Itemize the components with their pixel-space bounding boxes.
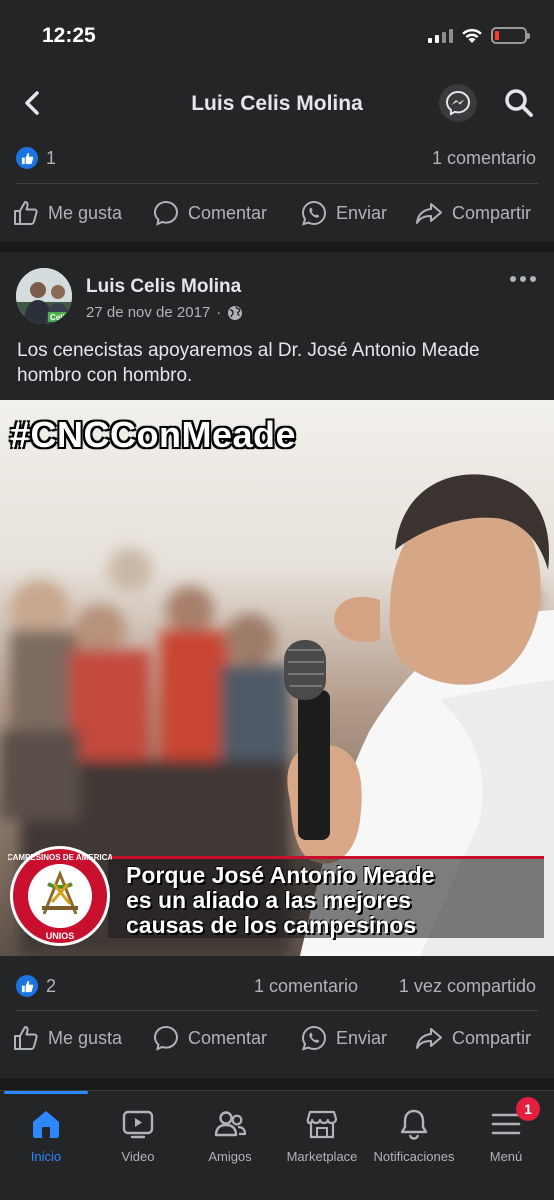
seal-bottom-text: UNIOS <box>46 931 75 941</box>
tab-menu[interactable]: 1 Menú <box>460 1091 552 1200</box>
post-meta: 27 de nov de 2017 · <box>86 304 243 321</box>
tab-marketplace[interactable]: Marketplace <box>276 1091 368 1200</box>
send-button[interactable]: Enviar <box>300 187 387 239</box>
post-author[interactable]: Luis Celis Molina <box>86 276 241 298</box>
reactions-row: 1 1 comentario <box>0 136 554 180</box>
post-actions: Me gusta Comentar Enviar Compartir <box>0 1012 554 1064</box>
comment-label: Comentar <box>188 1027 268 1048</box>
caption-line-1: Porque José Antonio Meade <box>126 862 435 888</box>
comment-label: Comentar <box>188 202 268 223</box>
caption-line-3: causas de los campesinos <box>126 912 417 938</box>
signal-icon <box>428 28 453 43</box>
like-label: Me gusta <box>48 1027 123 1048</box>
previous-post-footer: 1 1 comentario Me gusta Comentar Enviar … <box>0 136 554 242</box>
divider <box>16 183 538 184</box>
send-button[interactable]: Enviar <box>300 1012 387 1064</box>
globe-icon <box>228 305 243 320</box>
like-button[interactable]: Me gusta <box>12 1012 122 1064</box>
like-button[interactable]: Me gusta <box>12 187 122 239</box>
battery-icon <box>491 27 530 44</box>
tab-label: Inicio <box>30 1149 62 1164</box>
whatsapp-icon <box>301 200 326 226</box>
image-caption: Porque José Antonio Meade es un aliado a… <box>108 856 544 938</box>
tab-inicio[interactable]: Inicio <box>0 1091 92 1200</box>
comments-count[interactable]: 1 comentario <box>432 148 536 169</box>
comment-icon <box>153 1025 179 1051</box>
marketplace-icon <box>306 1110 338 1139</box>
shares-count[interactable]: 1 vez compartido <box>399 976 536 997</box>
caption-line-2: es un aliado a las mejores <box>126 887 412 913</box>
avatar-text: Celis <box>50 313 70 322</box>
home-icon <box>33 1111 59 1138</box>
post-image[interactable]: #CNCConMeade Porque José Antonio Meade e… <box>0 400 554 956</box>
thumbs-up-icon <box>14 1026 38 1050</box>
video-icon <box>122 1110 154 1139</box>
active-tab-indicator <box>4 1091 88 1094</box>
share-arrow-icon <box>416 1028 442 1049</box>
like-reaction-icon <box>16 147 38 169</box>
avatar[interactable]: Celis <box>16 268 72 324</box>
comments-count[interactable]: 1 comentario <box>254 976 358 997</box>
tab-label: Video <box>121 1149 155 1164</box>
like-label: Me gusta <box>48 202 123 223</box>
post-text: Los cenecistas apoyaremos al Dr. José An… <box>17 340 480 386</box>
send-label: Enviar <box>336 202 388 223</box>
tab-video[interactable]: Video <box>92 1091 184 1200</box>
image-hashtag: #CNCConMeade <box>10 414 297 455</box>
comment-icon <box>153 200 179 226</box>
share-button[interactable]: Compartir <box>414 1012 531 1064</box>
tab-amigos[interactable]: Amigos <box>184 1091 276 1200</box>
share-label: Compartir <box>452 1027 532 1048</box>
tab-label: Amigos <box>208 1149 252 1164</box>
thumbs-up-icon <box>14 201 38 225</box>
like-count[interactable]: 2 <box>46 976 56 997</box>
bell-icon <box>400 1109 428 1140</box>
more-options-icon[interactable] <box>510 276 536 282</box>
messenger-icon[interactable] <box>439 84 477 122</box>
seal-top-text: CAMPESINOS DE AMERICA <box>8 853 112 862</box>
image-caption-text: Porque José Antonio Meade es un aliado a… <box>126 863 434 938</box>
meta-dot: · <box>216 304 222 321</box>
tab-notificaciones[interactable]: Notificaciones <box>368 1091 460 1200</box>
campesinos-seal-logo: CAMPESINOS DE AMERICA UNIOS <box>8 846 112 946</box>
top-nav-bar: Luis Celis Molina <box>0 70 554 136</box>
post-date[interactable]: 27 de nov de 2017 <box>86 304 210 321</box>
feed-separator <box>0 1078 554 1090</box>
notification-badge: 1 <box>516 1097 540 1121</box>
tab-label: Menú <box>489 1149 523 1164</box>
tab-label: Notificaciones <box>373 1149 455 1164</box>
comment-button[interactable]: Comentar <box>152 1012 267 1064</box>
feed-separator <box>0 242 554 252</box>
bottom-tab-bar: Inicio Video Amigos Marketplace Notifica… <box>0 1090 554 1200</box>
wifi-icon <box>462 28 482 43</box>
feed-post: Celis Luis Celis Molina 27 de nov de 201… <box>0 252 554 1078</box>
search-icon[interactable] <box>502 86 536 120</box>
tab-label: Marketplace <box>286 1149 358 1164</box>
like-count[interactable]: 1 <box>46 148 56 169</box>
like-reaction-icon <box>16 975 38 997</box>
divider <box>16 1010 538 1011</box>
share-arrow-icon <box>416 203 442 224</box>
send-label: Enviar <box>336 1027 388 1048</box>
comment-button[interactable]: Comentar <box>152 187 267 239</box>
whatsapp-icon <box>301 1025 326 1051</box>
share-label: Compartir <box>452 202 532 223</box>
status-bar: 12:25 <box>0 0 554 70</box>
reactions-row: 2 1 comentario 1 vez compartido <box>0 964 554 1008</box>
status-time: 12:25 <box>42 24 96 47</box>
post-actions: Me gusta Comentar Enviar Compartir <box>0 187 554 239</box>
friends-icon <box>214 1111 247 1137</box>
share-button[interactable]: Compartir <box>414 187 531 239</box>
